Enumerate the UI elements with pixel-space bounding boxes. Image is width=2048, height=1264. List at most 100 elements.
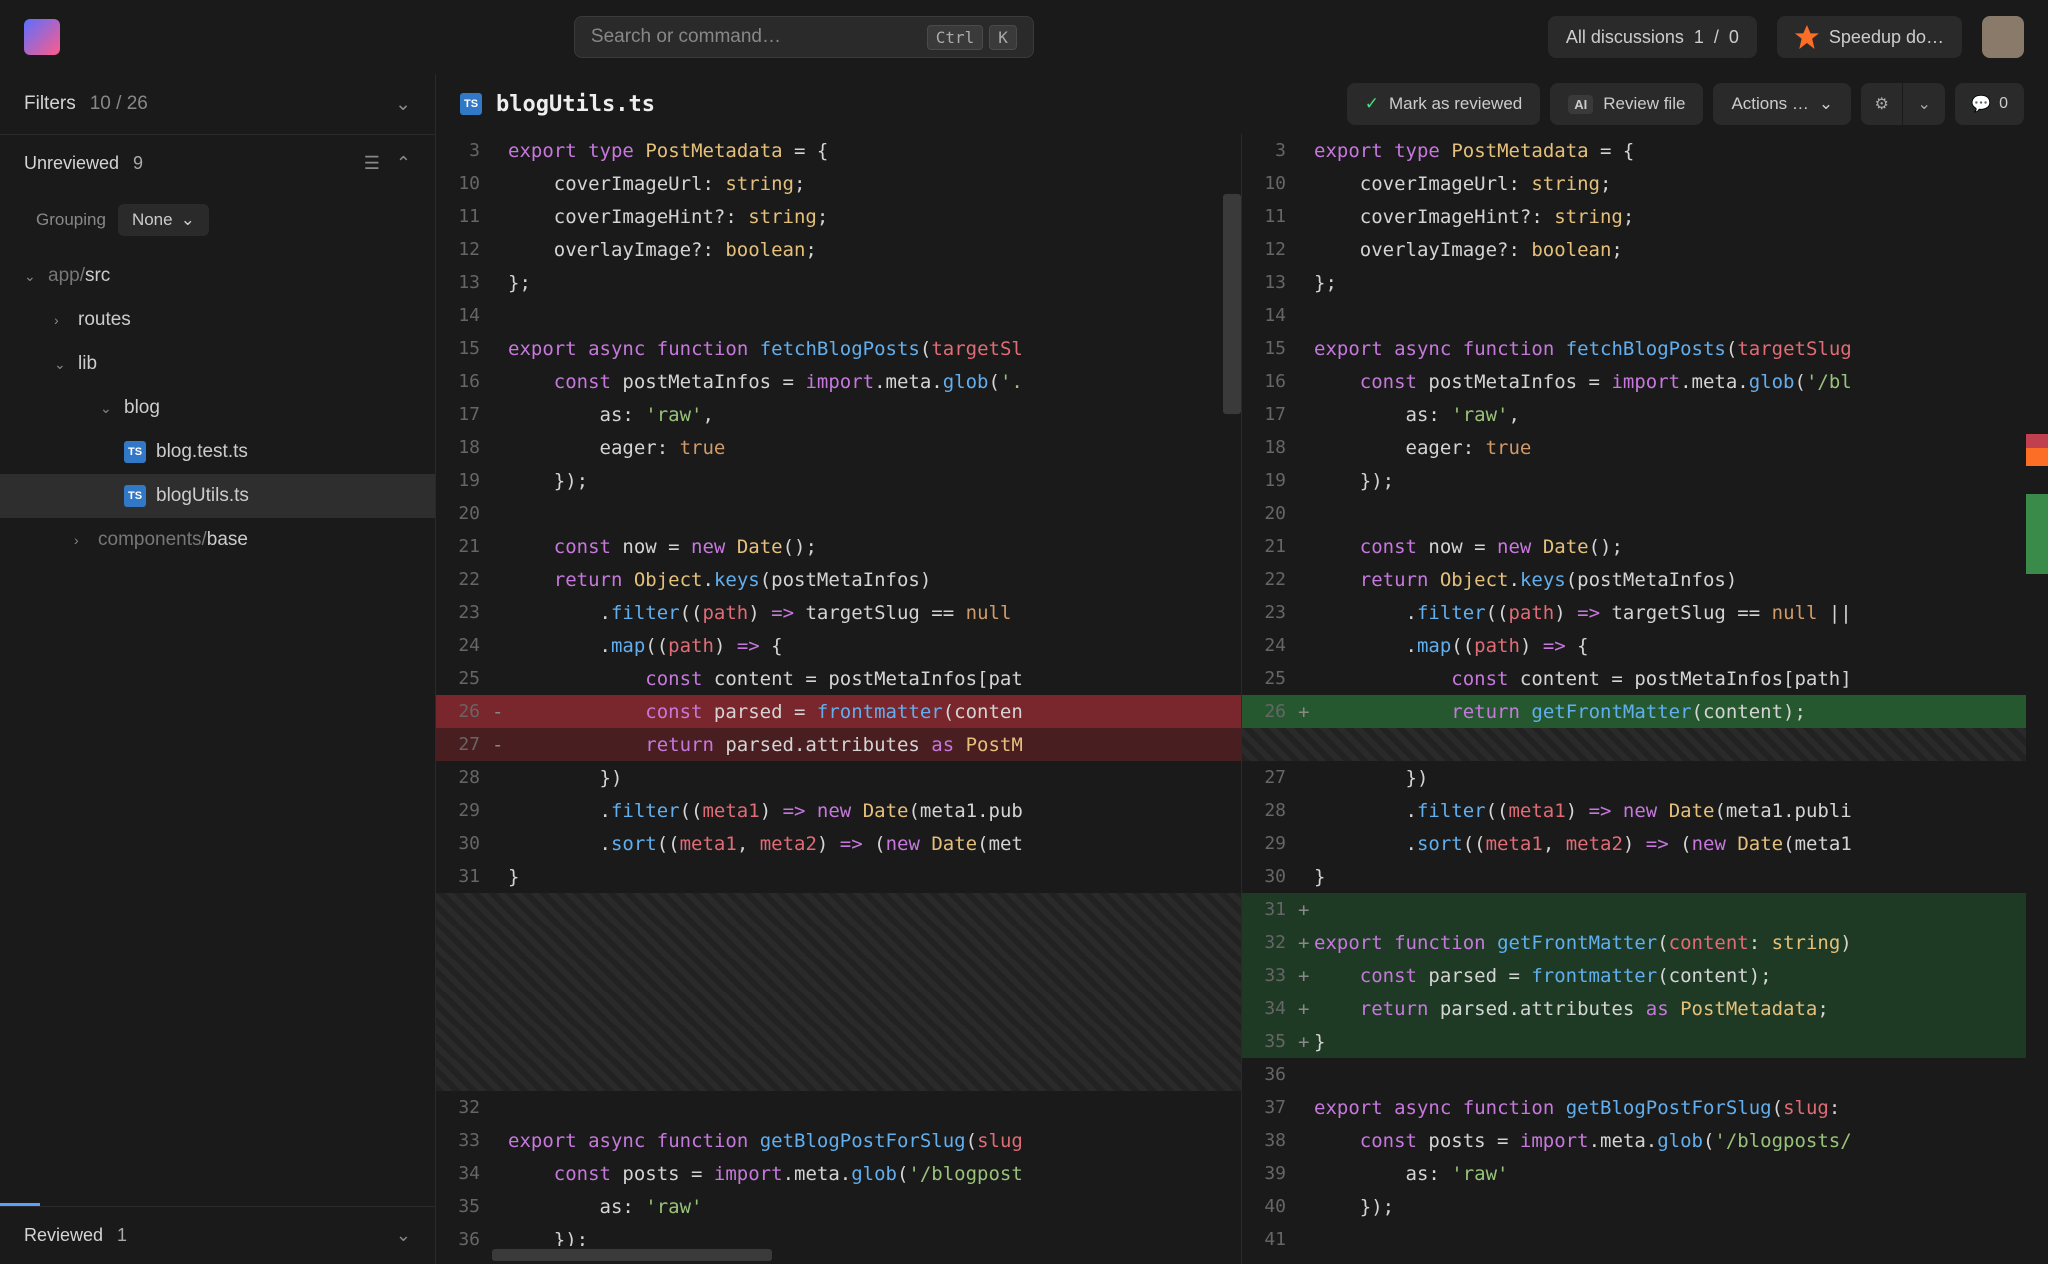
app-logo[interactable] bbox=[24, 19, 60, 55]
scrollbar-horizontal[interactable] bbox=[492, 1246, 1241, 1264]
code-line[interactable]: 34 const posts = import.meta.glob('/blog… bbox=[436, 1157, 1241, 1190]
code-line[interactable] bbox=[436, 1025, 1241, 1058]
code-line[interactable]: 36 bbox=[1242, 1058, 2048, 1091]
code-line[interactable]: 11 coverImageHint?: string; bbox=[1242, 200, 2048, 233]
diff-pane-left[interactable]: 3export type PostMetadata = {10 coverIma… bbox=[436, 134, 1242, 1264]
avatar[interactable] bbox=[1982, 16, 2024, 58]
search-input[interactable]: Search or command… Ctrl K bbox=[574, 16, 1034, 58]
code-line[interactable]: 26+ return getFrontMatter(content); bbox=[1242, 695, 2048, 728]
line-number: 14 bbox=[1242, 305, 1298, 326]
code-line[interactable] bbox=[436, 926, 1241, 959]
code-line[interactable]: 38 const posts = import.meta.glob('/blog… bbox=[1242, 1124, 2048, 1157]
code-line[interactable]: 18 eager: true bbox=[436, 431, 1241, 464]
minimap[interactable] bbox=[2026, 134, 2048, 1264]
tree-file-blogutils[interactable]: TS blogUtils.ts bbox=[0, 474, 435, 518]
code-line[interactable]: 20 bbox=[1242, 497, 2048, 530]
code-line[interactable]: 23 .filter((path) => targetSlug == null … bbox=[1242, 596, 2048, 629]
unreviewed-section[interactable]: Unreviewed 9 ☰ ⌃ bbox=[0, 134, 435, 192]
code-line[interactable]: 30 .sort((meta1, meta2) => (new Date(met bbox=[436, 827, 1241, 860]
actions-menu[interactable]: Actions … ⌄ bbox=[1713, 83, 1851, 125]
code-line[interactable]: 18 eager: true bbox=[1242, 431, 2048, 464]
reviewed-section[interactable]: Reviewed 1 ⌄ bbox=[0, 1206, 435, 1264]
code-line[interactable]: 35+} bbox=[1242, 1025, 2048, 1058]
tree-folder-appsrc[interactable]: ⌄ app/src bbox=[0, 254, 435, 298]
list-icon[interactable]: ☰ bbox=[364, 153, 380, 174]
code-line[interactable]: 41 bbox=[1242, 1223, 2048, 1256]
code-line[interactable]: 31+ bbox=[1242, 893, 2048, 926]
mark-reviewed-button[interactable]: ✓ Mark as reviewed bbox=[1347, 83, 1540, 125]
project-pill[interactable]: Speedup do… bbox=[1777, 16, 1962, 58]
code-line[interactable]: 27- return parsed.attributes as PostM bbox=[436, 728, 1241, 761]
code-line[interactable]: 24 .map((path) => { bbox=[1242, 629, 2048, 662]
code-line[interactable]: 33+ const parsed = frontmatter(content); bbox=[1242, 959, 2048, 992]
code-line[interactable] bbox=[436, 893, 1241, 926]
code-line[interactable] bbox=[1242, 728, 2048, 761]
code-line[interactable]: 10 coverImageUrl: string; bbox=[436, 167, 1241, 200]
code-line[interactable]: 33export async function getBlogPostForSl… bbox=[436, 1124, 1241, 1157]
code-line[interactable]: 30} bbox=[1242, 860, 2048, 893]
code-line[interactable]: 12 overlayImage?: boolean; bbox=[436, 233, 1241, 266]
code-line[interactable]: 21 const now = new Date(); bbox=[1242, 530, 2048, 563]
code-line[interactable]: 39 as: 'raw' bbox=[1242, 1157, 2048, 1190]
code-line[interactable]: 37export async function getBlogPostForSl… bbox=[1242, 1091, 2048, 1124]
code-line[interactable]: 25 const content = postMetaInfos[pat bbox=[436, 662, 1241, 695]
line-number: 23 bbox=[436, 602, 492, 623]
tree-folder-lib[interactable]: ⌄ lib bbox=[0, 342, 435, 386]
code-line[interactable]: 19 }); bbox=[1242, 464, 2048, 497]
code-line[interactable]: 11 coverImageHint?: string; bbox=[436, 200, 1241, 233]
code-line[interactable]: 3export type PostMetadata = { bbox=[436, 134, 1241, 167]
code-line[interactable]: 17 as: 'raw', bbox=[1242, 398, 2048, 431]
code-line[interactable]: 24 .map((path) => { bbox=[436, 629, 1241, 662]
tree-file-blogtest[interactable]: TS blog.test.ts bbox=[0, 430, 435, 474]
code-line[interactable]: 25 const content = postMetaInfos[path] bbox=[1242, 662, 2048, 695]
discussions-pill[interactable]: All discussions 1 / 0 bbox=[1548, 16, 1757, 58]
code-line[interactable]: 26- const parsed = frontmatter(conten bbox=[436, 695, 1241, 728]
settings-button[interactable]: ⚙ bbox=[1861, 83, 1903, 125]
code-line[interactable]: 29 .sort((meta1, meta2) => (new Date(met… bbox=[1242, 827, 2048, 860]
code-line[interactable]: 16 const postMetaInfos = import.meta.glo… bbox=[436, 365, 1241, 398]
code-line[interactable]: 22 return Object.keys(postMetaInfos) bbox=[1242, 563, 2048, 596]
code-line[interactable]: 19 }); bbox=[436, 464, 1241, 497]
code-line[interactable]: 31} bbox=[436, 860, 1241, 893]
line-number: 26 bbox=[1242, 701, 1298, 722]
code-line[interactable]: 23 .filter((path) => targetSlug == null bbox=[436, 596, 1241, 629]
code-line[interactable]: 28 }) bbox=[436, 761, 1241, 794]
diff-pane-right[interactable]: 3export type PostMetadata = {10 coverIma… bbox=[1242, 134, 2048, 1264]
code-line[interactable]: 40 }); bbox=[1242, 1190, 2048, 1223]
comments-button[interactable]: 💬 0 bbox=[1955, 83, 2024, 125]
code-line[interactable]: 10 coverImageUrl: string; bbox=[1242, 167, 2048, 200]
code-line[interactable]: 13}; bbox=[436, 266, 1241, 299]
code-line[interactable]: 12 overlayImage?: boolean; bbox=[1242, 233, 2048, 266]
chevron-up-icon[interactable]: ⌃ bbox=[396, 153, 411, 174]
code-line[interactable]: 29 .filter((meta1) => new Date(meta1.pub bbox=[436, 794, 1241, 827]
code-line[interactable]: 35 as: 'raw' bbox=[436, 1190, 1241, 1223]
code-line[interactable]: 21 const now = new Date(); bbox=[436, 530, 1241, 563]
code-line[interactable]: 28 .filter((meta1) => new Date(meta1.pub… bbox=[1242, 794, 2048, 827]
scrollbar-vertical[interactable] bbox=[1223, 194, 1241, 414]
code-line[interactable] bbox=[436, 1058, 1241, 1091]
settings-dropdown[interactable]: ⌄ bbox=[1903, 83, 1945, 125]
code-line[interactable]: 22 return Object.keys(postMetaInfos) bbox=[436, 563, 1241, 596]
code-line[interactable]: 32 bbox=[436, 1091, 1241, 1124]
code-line[interactable]: 17 as: 'raw', bbox=[436, 398, 1241, 431]
code-line[interactable]: 3export type PostMetadata = { bbox=[1242, 134, 2048, 167]
tree-folder-components[interactable]: › components/base bbox=[0, 518, 435, 562]
code-line[interactable]: 14 bbox=[436, 299, 1241, 332]
grouping-select[interactable]: None ⌄ bbox=[118, 204, 209, 236]
code-line[interactable]: 15export async function fetchBlogPosts(t… bbox=[436, 332, 1241, 365]
code-line[interactable]: 32+export function getFrontMatter(conten… bbox=[1242, 926, 2048, 959]
code-line[interactable]: 27 }) bbox=[1242, 761, 2048, 794]
code-line[interactable]: 14 bbox=[1242, 299, 2048, 332]
code-line[interactable]: 15export async function fetchBlogPosts(t… bbox=[1242, 332, 2048, 365]
filters-row[interactable]: Filters 10 / 26 ⌄ bbox=[0, 74, 435, 134]
discussions-total: 0 bbox=[1729, 27, 1739, 48]
code-line[interactable]: 34+ return parsed.attributes as PostMeta… bbox=[1242, 992, 2048, 1025]
tree-folder-blog[interactable]: ⌄ blog bbox=[0, 386, 435, 430]
tree-folder-routes[interactable]: › routes bbox=[0, 298, 435, 342]
code-line[interactable] bbox=[436, 959, 1241, 992]
review-file-button[interactable]: AI Review file bbox=[1550, 83, 1703, 125]
code-line[interactable]: 16 const postMetaInfos = import.meta.glo… bbox=[1242, 365, 2048, 398]
code-line[interactable]: 20 bbox=[436, 497, 1241, 530]
code-line[interactable]: 13}; bbox=[1242, 266, 2048, 299]
code-line[interactable] bbox=[436, 992, 1241, 1025]
